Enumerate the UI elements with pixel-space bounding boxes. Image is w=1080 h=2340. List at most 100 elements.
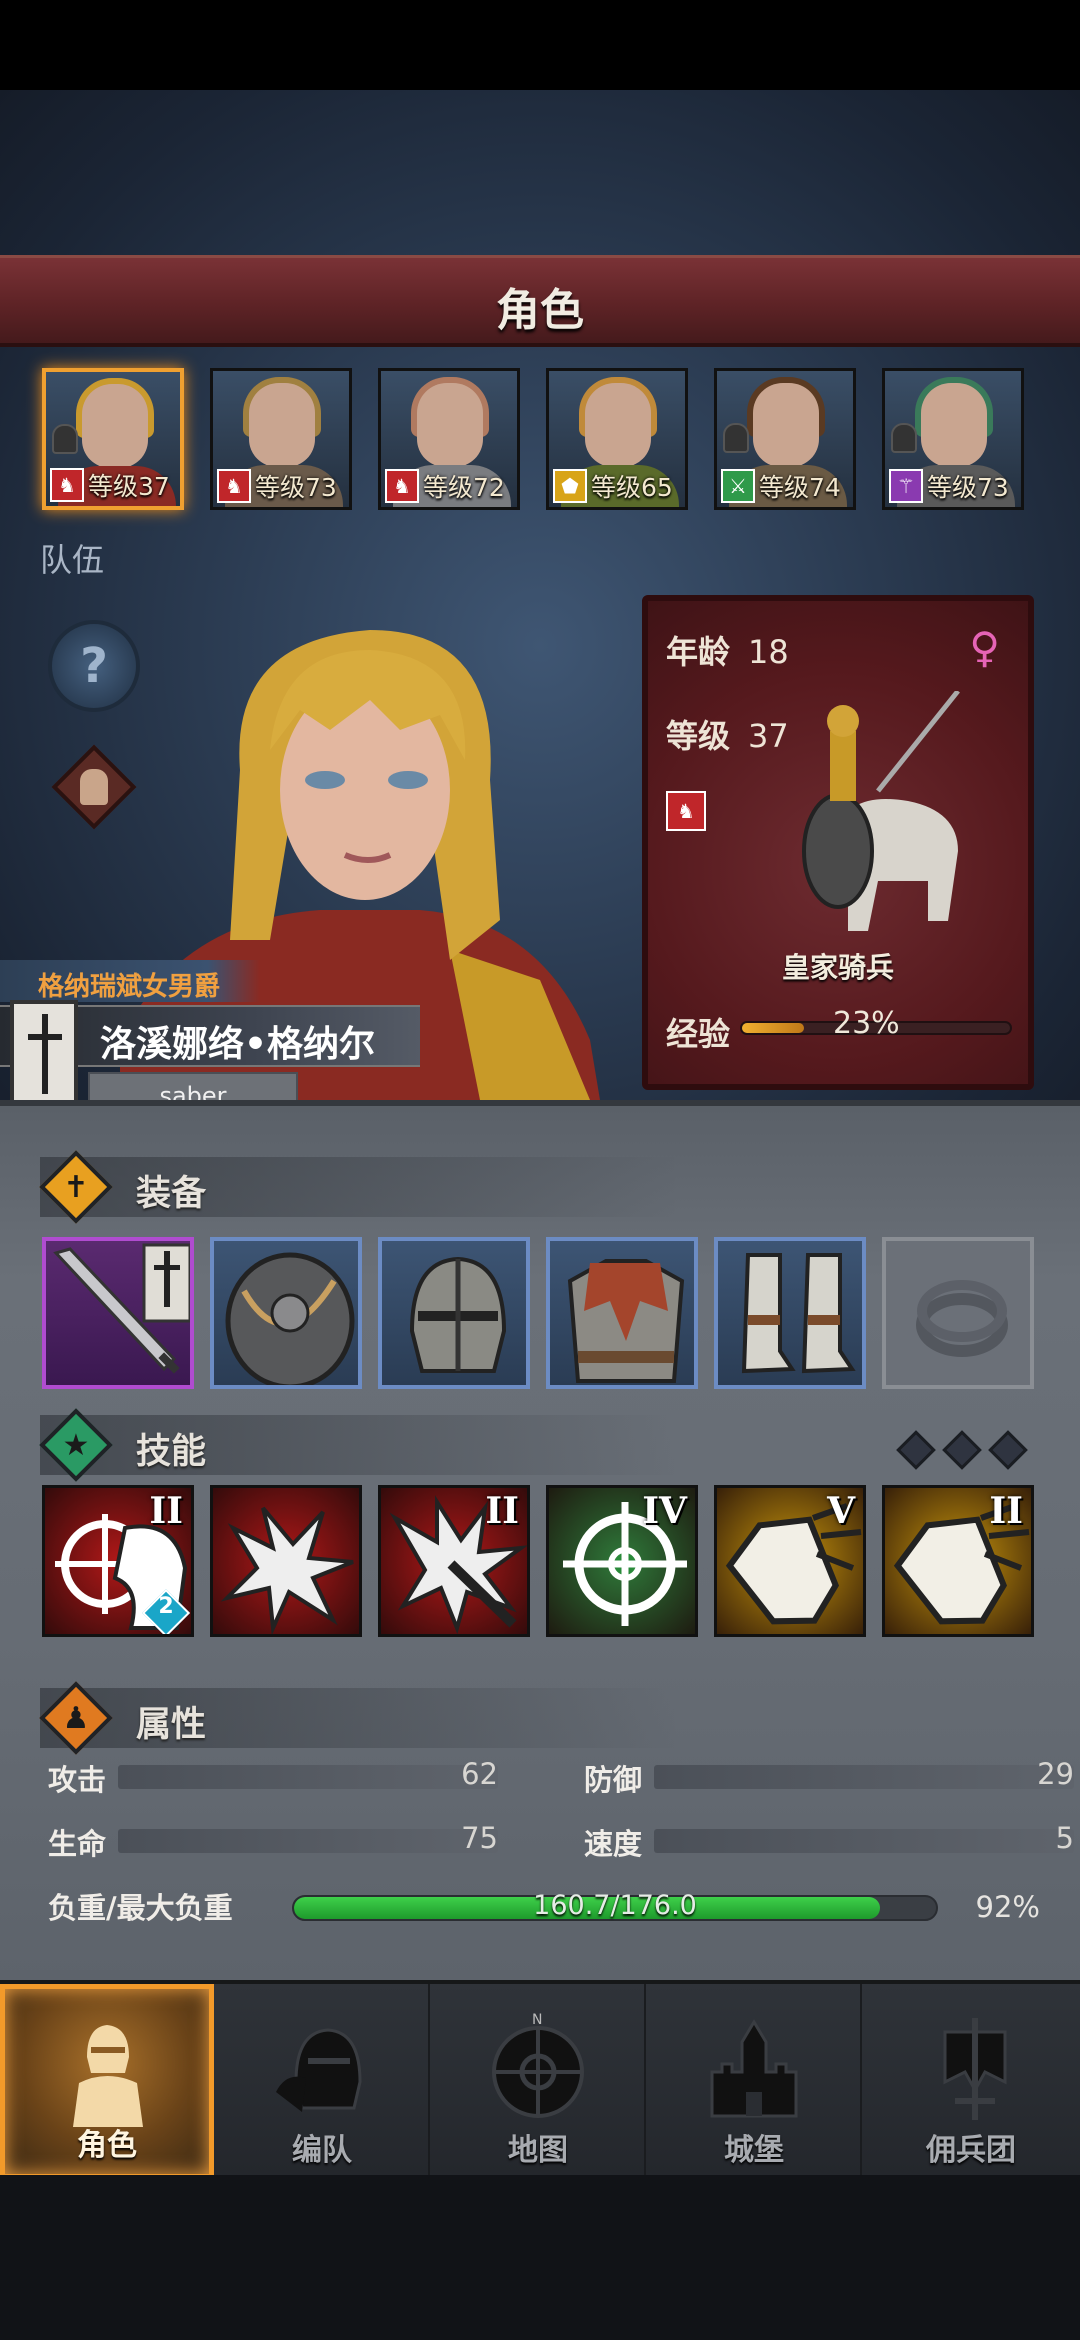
status-bar xyxy=(0,0,1080,90)
skill-rank: V xyxy=(827,1490,855,1532)
tab-label: 编队 xyxy=(292,2133,352,2168)
exp-label: 经验 xyxy=(666,1015,731,1053)
mounted-knight-figure xyxy=(802,691,960,931)
attributes-header: ♟ 属性 xyxy=(39,1681,680,1755)
sword-banner-icon xyxy=(10,1000,78,1112)
shield-slot[interactable] xyxy=(210,1237,362,1389)
load-percent: 92% xyxy=(975,1890,1040,1924)
star-icon: ★ xyxy=(62,1427,90,1463)
ring-slot[interactable] xyxy=(882,1237,1034,1389)
exp-percent: 23% xyxy=(833,1006,900,1041)
helmet-icon xyxy=(891,423,917,453)
boots-icon xyxy=(741,1253,856,1374)
boots-slot[interactable] xyxy=(714,1237,866,1389)
noble-title: 格纳瑞斌女男爵 xyxy=(38,972,221,1002)
chainmail-icon xyxy=(567,1259,685,1383)
skill-slot-indicators xyxy=(896,1428,1036,1470)
title-banner: 角色 xyxy=(0,255,1080,347)
castle-icon xyxy=(710,2019,798,2118)
skill-tile[interactable]: II xyxy=(882,1485,1034,1637)
team-label: 队伍 xyxy=(40,541,105,579)
level-label: 等级73 xyxy=(255,473,337,502)
portrait-face xyxy=(417,383,483,467)
attribute-stats: 攻击 62 防御 29 生命 75 速度 5 负重/最大负重 xyxy=(48,1755,1074,1955)
skill-tile[interactable]: IV xyxy=(546,1485,698,1637)
load-stat: 负重/最大负重 xyxy=(48,1883,288,1925)
unit-class-name: 皇家骑兵 xyxy=(781,951,894,984)
tab-formation[interactable]: 编队 xyxy=(216,1984,430,2179)
diamond-icon xyxy=(942,1430,982,1470)
armor-slot[interactable] xyxy=(546,1237,698,1389)
knight-icon xyxy=(73,2025,143,2127)
load-value: 160.7/176.0 xyxy=(533,1890,697,1921)
banner-sword-icon xyxy=(943,2018,1007,2120)
load-label: 负重/最大负重 xyxy=(48,1891,233,1925)
age-row: 年龄 18 xyxy=(666,627,789,673)
helmet-icon xyxy=(52,424,78,454)
party-portraits: ♞ 等级37 ♞ 等级73 ♞ 等级72 ⬟ 等级65 ⚔ 等级74 ⚚ 等级73 xyxy=(42,368,1042,513)
class-icon: ♞ xyxy=(385,469,419,503)
helmet-group-icon xyxy=(276,2028,362,2112)
speed-stat: 速度 5 xyxy=(584,1819,1080,1861)
tab-castle[interactable]: 城堡 xyxy=(648,1984,862,2179)
tab-map[interactable]: N 地图 xyxy=(432,1984,646,2179)
class-icon: ♞ xyxy=(50,468,84,502)
skill-rank: II xyxy=(485,1490,519,1532)
hp-stat: 生命 75 xyxy=(48,1819,498,1861)
defense-stat: 防御 29 xyxy=(584,1755,1080,1797)
charge-fist-icon xyxy=(220,1506,354,1634)
helmet-slot[interactable] xyxy=(378,1237,530,1389)
class-icon: ♞ xyxy=(217,469,251,503)
bottom-navigation: 角色 编队 N 地图 城堡 佣兵团 xyxy=(0,1980,1080,2179)
figure-icon xyxy=(80,769,108,805)
knight-torso xyxy=(830,731,856,801)
portrait-face xyxy=(249,383,315,467)
equipment-label: 装备 xyxy=(136,1174,207,1214)
helmet-icon xyxy=(723,423,749,453)
portrait-face xyxy=(82,384,148,468)
skill-tile[interactable]: II xyxy=(378,1485,530,1637)
skills-header: ★ 技能 xyxy=(39,1408,680,1482)
banner-sword-blade xyxy=(42,1014,48,1094)
helmet-icon xyxy=(409,1256,507,1373)
female-icon: ♀ xyxy=(969,623,1000,672)
svg-text:N: N xyxy=(532,2012,542,2028)
party-member-portrait[interactable]: ⚚ 等级73 xyxy=(882,368,1024,510)
banner-sword-guard xyxy=(28,1034,62,1040)
weapon-slot[interactable] xyxy=(42,1237,194,1389)
attributes-label: 属性 xyxy=(136,1705,207,1745)
class-icon: ⚚ xyxy=(889,469,923,503)
party-member-portrait[interactable]: ⬟ 等级65 xyxy=(546,368,688,510)
level-label: 等级 xyxy=(666,717,731,755)
speed-label: 速度 xyxy=(584,1827,643,1861)
hero-eye-left xyxy=(305,771,345,789)
party-member-portrait[interactable]: ♞ 等级37 xyxy=(42,368,184,510)
sword-icon xyxy=(53,1243,190,1374)
compass-icon: N xyxy=(492,2012,584,2118)
skill-tile[interactable]: II 2 xyxy=(42,1485,194,1637)
attack-value: 62 xyxy=(461,1757,498,1791)
exp-bar-fill xyxy=(742,1023,804,1033)
skill-tile[interactable] xyxy=(210,1485,362,1637)
hero-eye-right xyxy=(388,771,428,789)
tab-character[interactable]: 角色 xyxy=(0,1984,214,2179)
speed-value: 5 xyxy=(1055,1821,1074,1855)
portrait-face xyxy=(585,383,651,467)
hp-label: 生命 xyxy=(48,1827,107,1861)
age-value: 18 xyxy=(748,633,789,671)
lance xyxy=(876,691,960,793)
level-label: 等级73 xyxy=(927,473,1009,502)
skill-tile[interactable]: V xyxy=(714,1485,866,1637)
tab-mercenaries[interactable]: 佣兵团 xyxy=(864,1984,1078,2179)
level-label: 等级37 xyxy=(88,472,170,501)
noble-title-plate: 格纳瑞斌女男爵 xyxy=(0,960,260,1002)
character-name: 洛溪娜络•格纳尔 xyxy=(100,1024,376,1065)
skill-rank: II xyxy=(149,1490,183,1532)
party-member-portrait[interactable]: ⚔ 等级74 xyxy=(714,368,856,510)
party-member-portrait[interactable]: ♞ 等级72 xyxy=(378,368,520,510)
tab-label: 城堡 xyxy=(724,2133,784,2168)
party-member-portrait[interactable]: ♞ 等级73 xyxy=(210,368,352,510)
person-icon: ♟ xyxy=(62,1700,90,1736)
skill-rank: IV xyxy=(642,1490,687,1532)
cross-icon: ✝ xyxy=(63,1169,89,1205)
